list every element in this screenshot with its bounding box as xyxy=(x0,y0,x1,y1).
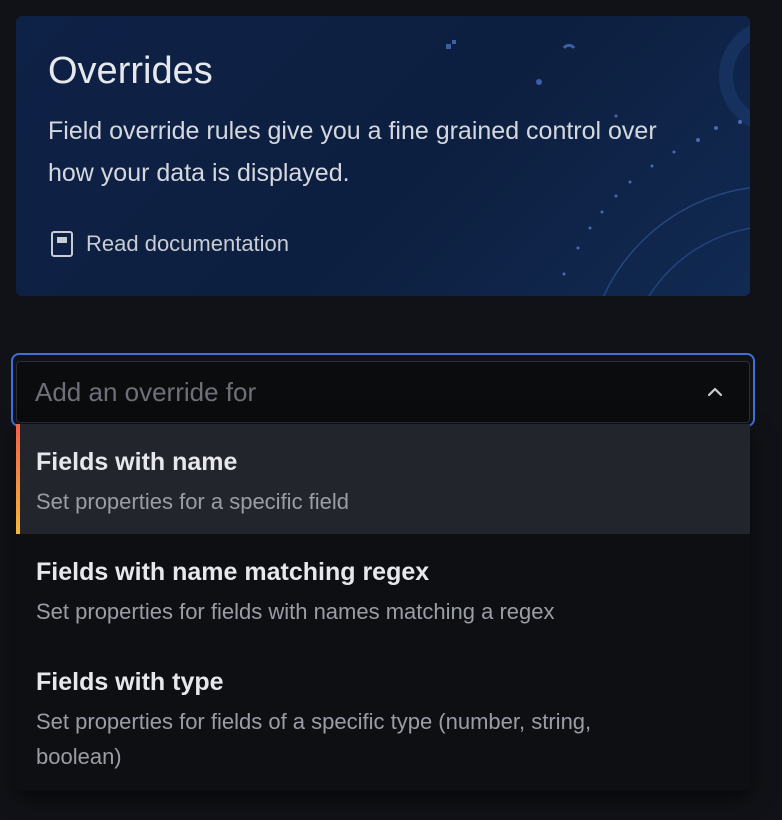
option-title: Fields with type xyxy=(36,668,224,696)
read-documentation-link[interactable]: Read documentation xyxy=(50,230,289,258)
override-options-menu: Fields with name Set properties for a sp… xyxy=(16,424,750,790)
chevron-up-icon[interactable] xyxy=(705,382,725,402)
option-fields-with-type[interactable]: Fields with type Set properties for fiel… xyxy=(16,644,750,790)
option-title: Fields with name xyxy=(36,448,238,476)
add-override-select[interactable] xyxy=(16,361,750,423)
option-fields-with-name-matching-regex[interactable]: Fields with name matching regex Set prop… xyxy=(16,534,750,644)
option-description: Set properties for fields of a specific … xyxy=(36,709,592,769)
overrides-panel: Overrides Field override rules give you … xyxy=(0,0,782,820)
option-description: Set properties for a specific field xyxy=(36,489,350,514)
option-title: Fields with name matching regex xyxy=(36,558,430,586)
banner-title: Overrides xyxy=(48,50,213,92)
read-documentation-label[interactable]: Read documentation xyxy=(86,231,289,257)
book-icon xyxy=(50,230,74,258)
option-description: Set properties for fields with names mat… xyxy=(36,599,555,624)
add-override-input[interactable] xyxy=(17,376,705,408)
overrides-info-banner: Overrides Field override rules give you … xyxy=(16,16,750,296)
banner-description: Field override rules give you a fine gra… xyxy=(48,117,657,187)
option-fields-with-name[interactable]: Fields with name Set properties for a sp… xyxy=(16,424,750,534)
